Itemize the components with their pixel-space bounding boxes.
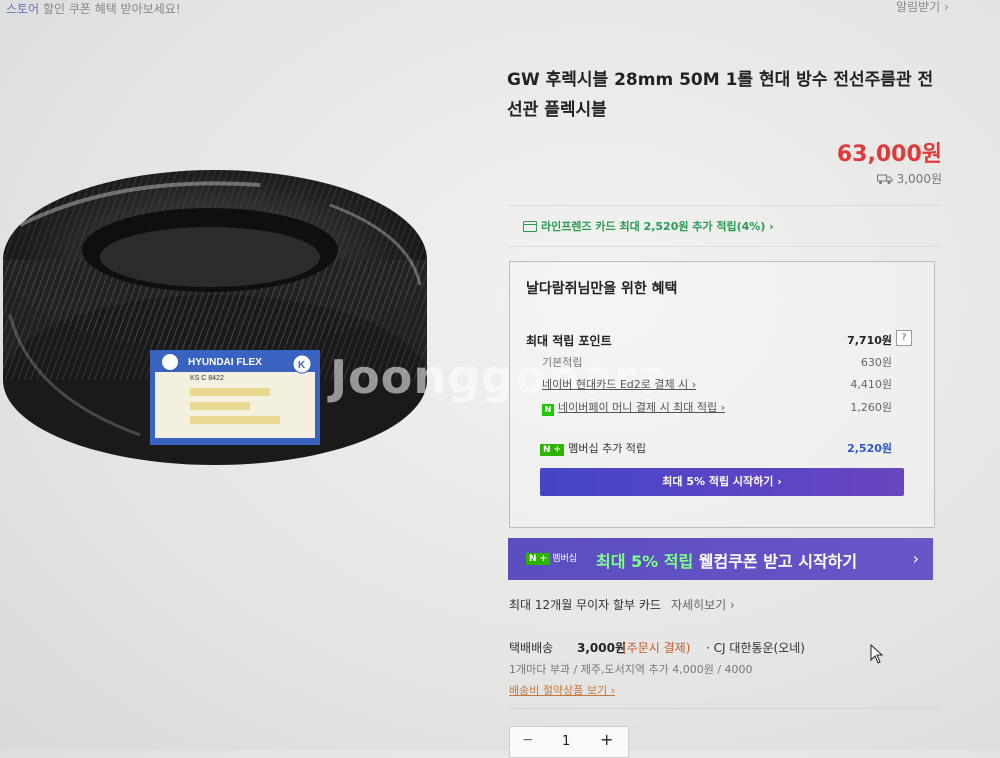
notify-link[interactable]: 알림받기 › (896, 0, 949, 15)
chevron-right-icon: › (912, 549, 919, 568)
top-strip: 스토어 할인 쿠폰 혜택 받아보세요! 알림받기 › (0, 0, 1000, 22)
npay-money-label[interactable]: 네이버페이 머니 결제 시 최대 적립 › (558, 401, 725, 414)
welcome-highlight: 최대 5% 적립 (596, 552, 694, 571)
conduit-coil-image: HYUNDAI FLEX KS C 8422 K (3, 170, 427, 465)
svg-text:K: K (298, 360, 306, 371)
delivery-extra: 1개마다 부과 / 제주,도서지역 추가 4,000원 / 4000 (509, 663, 753, 676)
membership-badge: N + 멤버십 (526, 551, 577, 565)
truck-icon (876, 172, 897, 186)
card-benefit-row: 라인프렌즈 카드 최대 2,520원 추가 적립(4%) › (523, 218, 774, 234)
shipping-fee-text: 3,000원 (896, 172, 942, 186)
delivery-fee: 3,000원 (577, 641, 626, 655)
quantity-plus-button[interactable]: + (600, 730, 613, 749)
product-image[interactable]: HYUNDAI FLEX KS C 8422 K (0, 165, 440, 465)
card-benefit-text: 라인프렌즈 카드 최대 2,520원 추가 적립(4%) › (541, 220, 774, 233)
mouse-cursor-icon (870, 643, 884, 668)
delivery-note: (주문시 결제) (622, 641, 691, 655)
naver-plus-badge-icon: N + (526, 553, 551, 565)
product-price: 63,000원 (836, 142, 942, 167)
benefit-title: 날다람쥐님만을 위한 혜택 (526, 281, 678, 297)
divider (509, 708, 941, 709)
membership-label: 멤버십 추가 적립 (568, 442, 647, 455)
product-title: GW 후렉시블 28mm 50M 1롤 현대 방수 전선주름관 전선관 플렉시블 (507, 70, 934, 120)
svg-text:KS C 8422: KS C 8422 (190, 375, 224, 382)
shipping-saving-link[interactable]: 배송비 절약상품 보기 › (509, 682, 615, 698)
membership-label-wrap: N + 멤버십 추가 적립 (540, 440, 646, 456)
basic-points-value: 630원 (860, 356, 892, 369)
membership-value: 2,520원 (847, 442, 892, 455)
help-icon[interactable]: ? (896, 330, 912, 346)
store-coupon-text[interactable]: 스토어 할인 쿠폰 혜택 받아보세요! (6, 0, 181, 17)
delivery-label: 택배배송 (509, 641, 554, 655)
hyundai-card-value: 4,410원 (850, 378, 892, 391)
hyundai-card-label[interactable]: 네이버 현대카드 Ed2로 결제 시 › (542, 376, 696, 392)
npay-money-value: 1,260원 (850, 401, 892, 414)
label-brand-text: HYUNDAI FLEX (188, 357, 262, 368)
installment-row: 최대 12개월 무이자 할부 카드 자세히보기 › (509, 596, 735, 613)
max-points-value: 7,710원 (847, 334, 892, 347)
installment-more-link[interactable]: 자세히보기 › (671, 598, 735, 612)
shipping-fee: 3,000원 (760, 170, 942, 187)
basic-points-label: 기본적립 (542, 356, 583, 369)
card-icon (523, 220, 541, 233)
benefit-box: 날다람쥐님만을 위한 혜택 최대 적립 포인트 7,710원 ? 기본적립 63… (509, 261, 935, 528)
quantity-value[interactable]: 1 (562, 734, 570, 749)
store-label: 스토어 (6, 2, 40, 16)
product-label: HYUNDAI FLEX KS C 8422 K (150, 350, 320, 445)
coupon-text: 할인 쿠폰 혜택 받아보세요! (42, 2, 181, 16)
card-benefit-banner[interactable]: 라인프렌즈 카드 최대 2,520원 추가 적립(4%) › (507, 205, 941, 247)
installment-text: 최대 12개월 무이자 할부 카드 (509, 598, 661, 612)
naver-plus-icon: N + (540, 444, 565, 456)
welcome-text: 최대 5% 적립 웰컴쿠폰 받고 시작하기 (596, 548, 857, 572)
npay-money-label-wrap[interactable]: N 네이버페이 머니 결제 시 최대 적립 › (542, 399, 725, 416)
start-points-button[interactable]: 최대 5% 적립 시작하기 › (540, 468, 904, 496)
delivery-carrier: · CJ 대한통운(오네) (706, 641, 805, 655)
quantity-minus-button[interactable]: − (522, 732, 534, 748)
quantity-stepper[interactable]: − 1 + (509, 726, 629, 758)
max-points-label: 최대 적립 포인트 (526, 334, 612, 348)
welcome-coupon-banner[interactable]: N + 멤버십 최대 5% 적립 웰컴쿠폰 받고 시작하기 › (508, 538, 933, 580)
npay-icon: N (542, 404, 554, 416)
welcome-rest: 웰컴쿠폰 받고 시작하기 (693, 552, 858, 571)
